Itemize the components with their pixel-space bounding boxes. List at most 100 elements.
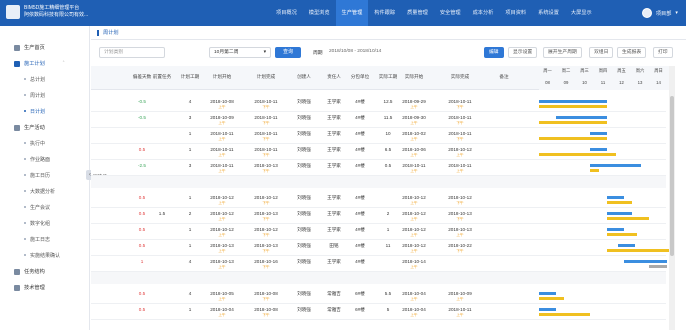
table-header: 偏差天数 前置任务 计划工期 计划开始 计划完成 创建人 责任人 分包单位 实际工期 实际开始 实际… [91, 66, 669, 90]
plan-category-select[interactable]: 计划类别 [99, 47, 165, 58]
gantt-actual-bar[interactable] [607, 233, 637, 236]
table-row[interactable]: 0.5 1 2018-10-13 上午 2018-10-13 下午 刘晓强 田铭 4#楼 11 20… [91, 240, 669, 256]
sidebar-sub-day-plan[interactable]: 日计划 [23, 108, 45, 115]
nav-item-5[interactable]: 安全管理 [434, 0, 467, 26]
expand-cycle-button[interactable]: 展开生产周期 [543, 47, 582, 58]
table-row[interactable]: -0.5 3 2018-10-09 上午 2018-10-11 下午 刘晓强 王学家 4#楼 11… [91, 112, 666, 128]
gantt-actual-bar[interactable] [607, 249, 669, 252]
gantt-planned-bar[interactable] [590, 164, 641, 167]
double-day-button[interactable]: 双组日 [589, 47, 614, 58]
sidebar-sub-week-plan[interactable]: 周计划 [23, 92, 45, 99]
table-row[interactable]: 0.5 1 2018-10-12 上午 2018-10-12 下午 刘晓强 王学家 4#楼 201… [91, 192, 666, 208]
nav-item-3[interactable]: 构件跟踪 [368, 0, 401, 26]
table-row[interactable]: 1 2018-10-11 上午 2018-10-11 下午 刘晓强 王学家 4#楼 10 2018… [91, 128, 666, 144]
table-row[interactable]: 0.5 1 2018-10-11 上午 2018-10-11 下午 刘晓强 王学家 4#楼 6.5… [91, 144, 666, 160]
sidebar-sub-activity-4[interactable]: 生产会议 [23, 204, 50, 211]
sidebar-sub-activity-3[interactable]: 大数据分析 [23, 188, 55, 195]
cell-pe-half: 下午 [262, 297, 270, 301]
table-row[interactable]: 0.5 4 2018-10-05 上午 2018-10-08 下午 刘晓强 常雅吉 6#楼 5.5… [91, 288, 666, 304]
nav-item-6[interactable]: 成本分析 [467, 0, 500, 26]
cell-owner: 王学家 [327, 131, 341, 136]
gantt-actual-bar[interactable] [539, 137, 607, 140]
cell-as: 2018-10-02 [402, 131, 426, 136]
week-plan-table: 偏差天数 前置任务 计划工期 计划开始 计划完成 创建人 责任人 分包单位 实际工期 实际开始 实际… [91, 66, 669, 330]
gantt-planned-bar[interactable] [607, 228, 624, 231]
table-row[interactable]: -0.5 4 2018-10-08 上午 2018-10-11 下午 刘晓强 王学家 4#楼 12… [91, 96, 666, 112]
week-range: 2018/10/08 - 2018/10/14 [329, 49, 382, 54]
gantt-actual-bar[interactable] [539, 297, 564, 300]
cell-adur: 10 [385, 131, 391, 136]
table-row[interactable]: 0.5 1 2018-10-04 上午 2018-10-08 下午 刘晓强 常雅吉 6#楼 5 20… [91, 304, 666, 320]
gantt-pending-bar[interactable] [649, 265, 667, 268]
gantt-actual-bar[interactable] [590, 169, 599, 172]
sidebar-item-task[interactable]: 任务结构 [14, 268, 45, 275]
table-row[interactable]: 0.5 1 2018-10-12 上午 2018-10-12 下午 刘晓强 王学家 4#楼 1 20… [91, 224, 666, 240]
sidebar-item-plan[interactable]: 施工计划 ˆ [14, 60, 65, 67]
cell-dur: 4 [188, 291, 192, 296]
generate-report-button[interactable]: 生成报表 [617, 47, 647, 58]
sidebar-sub-activity-1[interactable]: 作业路面 [23, 156, 50, 163]
nav-item-0[interactable]: 项目概况 [270, 0, 303, 26]
cell-ps: 2018-10-12 [210, 195, 234, 200]
nav-item-9[interactable]: 大屏显示 [565, 0, 598, 26]
gantt-actual-bar[interactable] [539, 313, 590, 316]
gantt-planned-bar[interactable] [607, 212, 632, 215]
cell-dur: 1 [188, 147, 192, 152]
table-row[interactable]: 1 4 2018-10-13 上午 2018-10-16 下午 刘晓强 王学家 4#楼 2018-… [91, 256, 667, 272]
gantt-planned-bar[interactable] [618, 244, 635, 247]
sidebar-sub-total-plan[interactable]: 总计划 [23, 76, 45, 83]
gantt-actual-bar[interactable] [539, 153, 616, 156]
tab-week-plan[interactable]: 周计划 [97, 29, 119, 36]
nav-item-4[interactable]: 质量管理 [401, 0, 434, 26]
edit-button[interactable]: 编辑 [484, 47, 504, 58]
gantt-planned-bar[interactable] [624, 260, 667, 263]
sidebar-item-home[interactable]: 生产首页 [14, 44, 45, 51]
calendar-icon [14, 60, 20, 67]
cell-ps-half: 上午 [218, 153, 226, 157]
sidebar-sub-activity-0[interactable]: 执行中 [23, 140, 45, 147]
cell-ps: 2018-10-11 [210, 147, 234, 152]
cell-as: 2018-09-30 [402, 115, 426, 120]
gantt-planned-bar[interactable] [539, 308, 556, 311]
scrollbar-thumb[interactable] [670, 96, 674, 256]
table-row[interactable]: 0.5 1.5 2 2018-10-12 上午 2018-10-13 下午 刘晓强 王学家 4#楼… [91, 208, 666, 224]
print-button[interactable]: 打印 [653, 47, 673, 58]
sidebar-sub-activity-5[interactable]: 数字化组 [23, 220, 50, 227]
user-menu[interactable]: 项目部 ▾ [641, 8, 678, 18]
gantt-planned-bar[interactable] [539, 292, 556, 295]
nav-item-1[interactable]: 模型浏览 [303, 0, 336, 26]
cell-creator: 刘晓强 [297, 227, 311, 232]
sidebar-item-activity[interactable]: 生产活动 [14, 124, 45, 131]
week-select[interactable]: 10月第二周 ▾ [209, 47, 271, 58]
query-button[interactable]: 查询 [275, 47, 301, 58]
cell-adur: 6.5 [384, 147, 392, 152]
sidebar-sub-activity-6[interactable]: 施工日志 [23, 236, 50, 243]
nav-item-2[interactable]: 生产管理 [335, 0, 369, 26]
cell-dev: 0.5 [138, 227, 146, 232]
gantt-planned-bar[interactable] [539, 100, 607, 103]
cell-sub: 4#楼 [355, 259, 365, 264]
gantt-planned-bar[interactable] [607, 196, 624, 199]
gantt-planned-bar[interactable] [556, 116, 607, 119]
gantt-actual-bar[interactable] [539, 121, 607, 124]
gantt-actual-bar[interactable] [539, 105, 607, 108]
cell-dur: 1 [188, 131, 192, 136]
cell-pe-half: 下午 [262, 265, 270, 269]
display-settings-button[interactable]: 显示设置 [508, 47, 538, 58]
sidebar-sub-activity-2[interactable]: 施工日历 [23, 172, 50, 179]
cell-ae-half: 上午 [456, 169, 464, 173]
nav-item-8[interactable]: 系统设置 [532, 0, 565, 26]
table-row[interactable]: -2.5 3 2018-10-11 上午 2018-10-13 下午 刘晓强 王学家 4#楼 0.… [91, 160, 666, 176]
gantt-planned-bar[interactable] [590, 132, 607, 135]
cell-creator: 刘晓强 [297, 211, 311, 216]
sidebar-item-tech[interactable]: 技术管理 [14, 284, 45, 291]
cell-pe: 2018-10-11 [254, 115, 278, 120]
nav-item-7[interactable]: 项目资料 [499, 0, 532, 26]
cell-as-half: 上午 [410, 169, 418, 173]
cell-sub: 6#楼 [355, 307, 365, 312]
cell-dur: 3 [188, 163, 192, 168]
sidebar-sub-activity-7[interactable]: 实施结果确认 [23, 252, 60, 259]
gantt-planned-bar[interactable] [590, 148, 607, 151]
gantt-actual-bar[interactable] [607, 201, 632, 204]
gantt-actual-bar[interactable] [607, 217, 649, 220]
